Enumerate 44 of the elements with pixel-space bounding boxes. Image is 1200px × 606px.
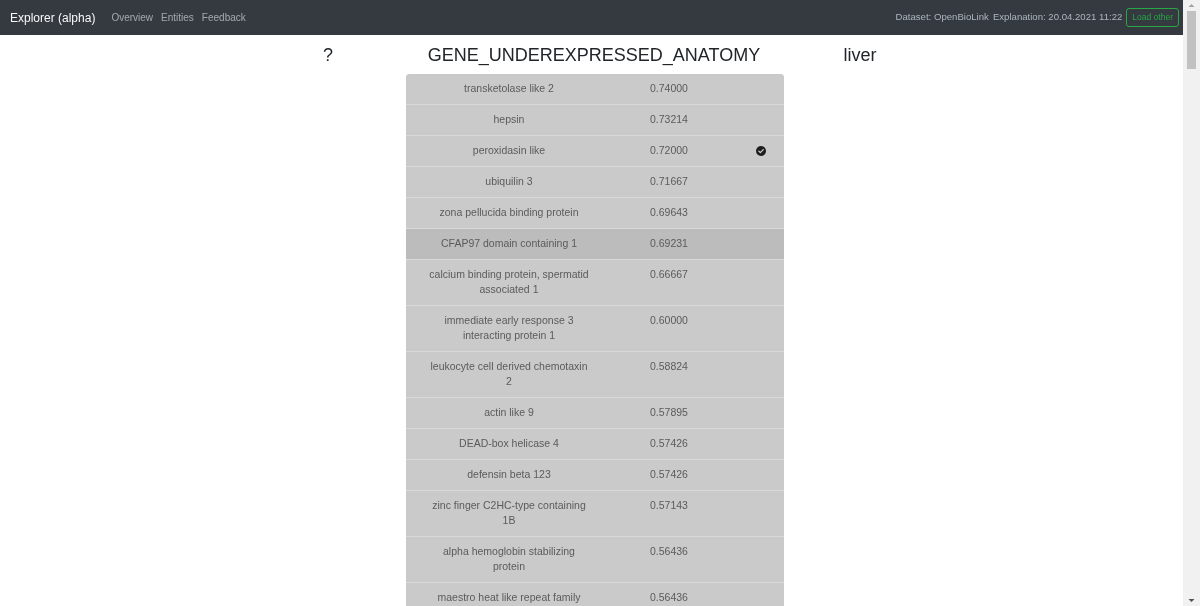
object-label: liver bbox=[843, 43, 877, 66]
score-value: 0.57426 bbox=[650, 436, 688, 451]
score-value: 0.57143 bbox=[650, 498, 688, 513]
nav-link[interactable]: Feedback bbox=[197, 10, 250, 25]
gene-name: CFAP97 domain containing 1 bbox=[441, 236, 577, 251]
dataset-label: Dataset: OpenBioLink bbox=[895, 10, 989, 25]
subject-label: ? bbox=[323, 43, 333, 66]
gene-name: actin like 9 bbox=[484, 405, 534, 420]
scrollbar[interactable] bbox=[1183, 0, 1200, 606]
gene-name: hepsin bbox=[493, 112, 525, 127]
score-value: 0.56436 bbox=[650, 544, 688, 559]
gene-name: defensin beta 123 bbox=[467, 467, 551, 482]
score-value: 0.69643 bbox=[650, 205, 688, 220]
brand-title[interactable]: Explorer (alpha) bbox=[10, 8, 96, 27]
score-value: 0.60000 bbox=[650, 313, 688, 328]
score-value: 0.66667 bbox=[650, 267, 688, 282]
gene-name: zona pellucida binding protein bbox=[439, 205, 579, 220]
nav-link[interactable]: Entities bbox=[157, 10, 198, 25]
load-other-button[interactable]: Load other bbox=[1126, 8, 1179, 27]
explanation-label: Explanation: 20.04.2021 11:22 bbox=[992, 10, 1123, 25]
gene-name: transketolase like 2 bbox=[464, 81, 554, 96]
gene-name: maestro heat like repeat family bbox=[437, 590, 581, 605]
gene-name: leukocyte cell derived chemotaxin 2 bbox=[429, 359, 589, 389]
gene-name: ubiquilin 3 bbox=[485, 174, 533, 189]
gene-name: calcium binding protein, spermatid associated 1 bbox=[428, 267, 590, 297]
table-row[interactable]: CFAP97 domain containing 1 0.69231 bbox=[406, 229, 784, 260]
score-value: 0.69231 bbox=[650, 236, 688, 251]
gene-name: zinc finger C2HC-type containing 1B bbox=[431, 498, 587, 528]
gene-name: alpha hemoglobin stabilizing protein bbox=[442, 544, 576, 574]
score-value: 0.74000 bbox=[650, 81, 688, 96]
gene-name: DEAD-box helicase 4 bbox=[459, 436, 559, 451]
score-value: 0.73214 bbox=[650, 112, 688, 127]
nav-link[interactable]: Overview bbox=[107, 10, 158, 25]
table-row[interactable]: transketolase like 2 0.74000 bbox=[406, 74, 784, 105]
score-value: 0.57895 bbox=[650, 405, 688, 420]
score-value: 0.71667 bbox=[650, 174, 688, 189]
score-value: 0.72000 bbox=[650, 143, 688, 158]
scrollbar-thumb[interactable] bbox=[1187, 11, 1196, 69]
score-value: 0.57426 bbox=[650, 467, 688, 482]
relation-label: GENE_UNDEREXPRESSED_ANATOMY bbox=[427, 43, 761, 66]
score-value: 0.58824 bbox=[650, 359, 688, 374]
score-value: 0.56436 bbox=[650, 590, 688, 605]
gene-name: immediate early response 3 interacting protein 1 bbox=[443, 313, 575, 343]
gene-name: peroxidasin like bbox=[472, 143, 546, 158]
